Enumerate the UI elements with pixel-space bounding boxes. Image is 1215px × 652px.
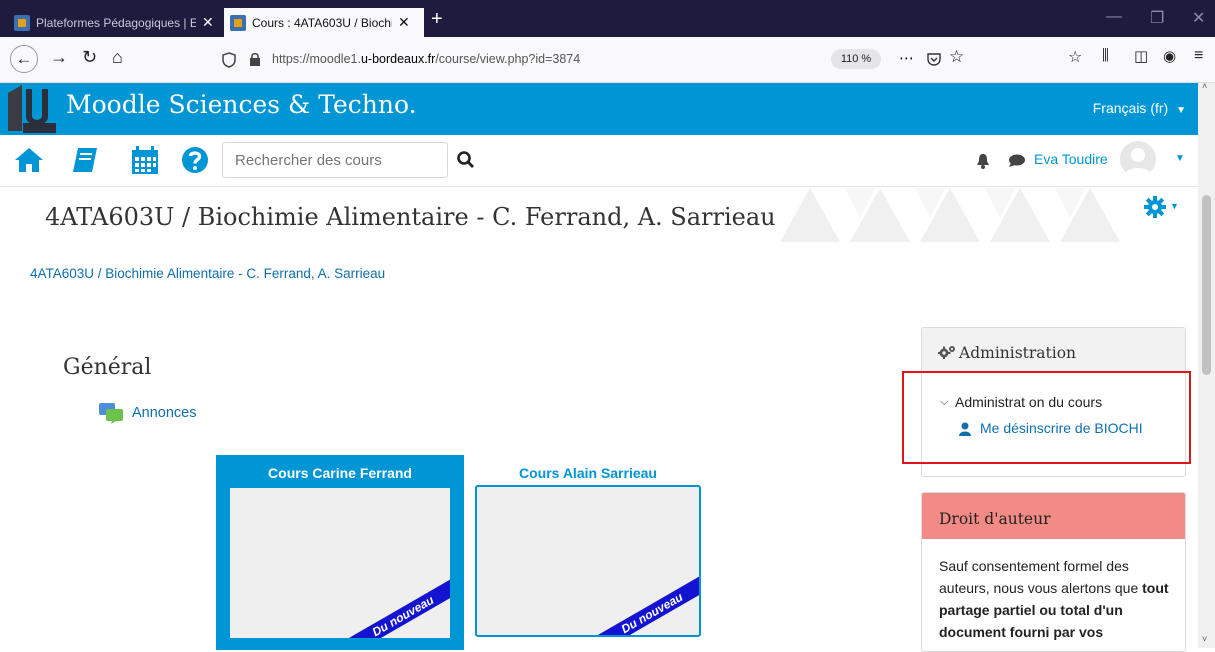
scroll-up-icon[interactable]: ˄: [1202, 81, 1207, 91]
reload-button[interactable]: ↻: [82, 47, 97, 68]
administration-block-header: Administration: [922, 328, 1185, 373]
help-icon[interactable]: [180, 145, 210, 175]
copyright-block-header: Droit d'auteur: [922, 493, 1185, 539]
site-name[interactable]: Moodle Sciences & Techno.: [66, 90, 417, 119]
new-tab-button[interactable]: +: [431, 8, 443, 31]
announcements-label: Annonces: [132, 405, 197, 421]
lock-icon[interactable]: [249, 52, 261, 67]
message-icon[interactable]: [1008, 154, 1026, 168]
home-button[interactable]: ⌂: [112, 47, 123, 68]
close-tab-icon[interactable]: ✕: [398, 14, 410, 31]
new-content-ribbon: Du nouveau: [334, 571, 450, 638]
user-menu-caret-icon[interactable]: ▼: [1175, 153, 1185, 164]
course-card-alain-sarrieau[interactable]: Cours Alain Sarrieau Du nouveau: [474, 455, 722, 650]
url-bar[interactable]: https://moodle1.u-bordeaux.fr/course/vie…: [207, 45, 977, 75]
highlight-box: [902, 371, 1191, 464]
copyright-block: Droit d'auteur Sauf consentement formel …: [921, 492, 1186, 652]
course-card-carine-ferrand[interactable]: Cours Carine Ferrand Du nouveau: [216, 455, 464, 650]
course-settings-menu[interactable]: ▼: [1144, 196, 1179, 223]
language-label: Français (fr): [1092, 100, 1169, 116]
user-name[interactable]: Eva Toudire: [1034, 151, 1108, 167]
tab-title: Cours : 4ATA603U / Biochimie A: [252, 15, 392, 30]
page-header: 4ATA603U / Biochimie Alimentaire - C. Fe…: [0, 188, 1198, 242]
browser-tab-2[interactable]: Cours : 4ATA603U / Biochimie A ✕: [224, 8, 424, 37]
course-card-thumbnail: Du nouveau: [475, 485, 701, 637]
cogs-icon: [938, 346, 955, 359]
page-scrollbar[interactable]: ˄ ˅: [1198, 81, 1215, 648]
copyright-block-title: Droit d'auteur: [939, 510, 1051, 528]
home-icon[interactable]: [14, 145, 44, 175]
library-icon[interactable]: ⫼: [1102, 47, 1109, 64]
minimize-icon[interactable]: —: [1106, 8, 1122, 26]
header-pattern-decoration: [780, 188, 1120, 242]
breadcrumb[interactable]: 4ATA603U / Biochimie Alimentaire - C. Fe…: [30, 266, 385, 281]
calendar-icon[interactable]: [130, 145, 160, 175]
scrollbar-thumb[interactable]: [1202, 195, 1211, 375]
administration-block-title: Administration: [959, 344, 1077, 362]
page-actions-icon[interactable]: ⋯: [899, 49, 914, 67]
book-icon[interactable]: [70, 145, 100, 175]
restore-icon[interactable]: ❐: [1150, 8, 1164, 28]
sidebar-icon[interactable]: ◫: [1134, 47, 1148, 65]
forward-button[interactable]: →: [50, 47, 68, 68]
tab-title: Plateformes Pédagogiques | EN: [36, 15, 196, 30]
back-button[interactable]: ←: [10, 45, 38, 73]
avatar[interactable]: [1120, 141, 1156, 177]
copyright-block-text: Sauf consentement formel des auteurs, no…: [939, 555, 1175, 643]
course-card-title: Cours Alain Sarrieau: [519, 465, 657, 481]
announcements-link[interactable]: Annonces: [98, 402, 197, 424]
scroll-down-icon[interactable]: ˅: [1202, 634, 1207, 644]
language-selector[interactable]: Français (fr) ▼: [1093, 100, 1186, 116]
search-icon[interactable]: [456, 150, 476, 170]
section-title: Général: [63, 355, 152, 380]
copyright-text: Sauf consentement formel des auteurs, no…: [939, 558, 1143, 596]
navigation-toolbar: Eva Toudire ▼: [0, 135, 1198, 187]
close-tab-icon[interactable]: ✕: [202, 14, 214, 31]
site-header: Moodle Sciences & Techno. Français (fr) …: [0, 83, 1198, 135]
course-card-thumbnail: Du nouveau: [230, 488, 450, 638]
caret-down-icon: ▼: [1170, 201, 1179, 211]
zoom-level-badge[interactable]: 110 %: [831, 49, 881, 69]
course-card-title: Cours Carine Ferrand: [268, 465, 412, 481]
university-logo-icon[interactable]: [8, 83, 56, 133]
pocket-icon[interactable]: [926, 51, 942, 67]
notification-bell-icon[interactable]: [976, 153, 990, 169]
account-icon[interactable]: ◉: [1163, 47, 1176, 65]
menu-icon[interactable]: ≡: [1194, 47, 1203, 65]
new-content-ribbon: Du nouveau: [583, 568, 699, 635]
close-window-icon[interactable]: ✕: [1192, 8, 1205, 28]
site-favicon-icon: [14, 14, 30, 31]
url-text[interactable]: https://moodle1.u-bordeaux.fr/course/vie…: [272, 52, 580, 66]
reading-list-icon[interactable]: ☆: [1068, 47, 1082, 67]
shield-icon[interactable]: [222, 52, 236, 68]
page-title: 4ATA603U / Biochimie Alimentaire - C. Fe…: [45, 203, 776, 231]
browser-navigation-bar: ← → ↻ ⌂ https://moodle1.u-bordeaux.fr/co…: [0, 37, 1215, 83]
bookmark-star-icon[interactable]: ☆: [949, 47, 964, 67]
site-favicon-icon: [230, 14, 246, 31]
course-search-input[interactable]: [222, 142, 448, 178]
caret-down-icon: ▼: [1176, 105, 1186, 116]
user-avatar-icon: [1124, 148, 1152, 177]
forum-icon: [99, 403, 123, 424]
gear-icon: [1144, 196, 1166, 218]
browser-tab-strip: Plateformes Pédagogiques | EN ✕ Cours : …: [0, 0, 1215, 37]
browser-tab-1[interactable]: Plateformes Pédagogiques | EN ✕: [8, 8, 222, 37]
